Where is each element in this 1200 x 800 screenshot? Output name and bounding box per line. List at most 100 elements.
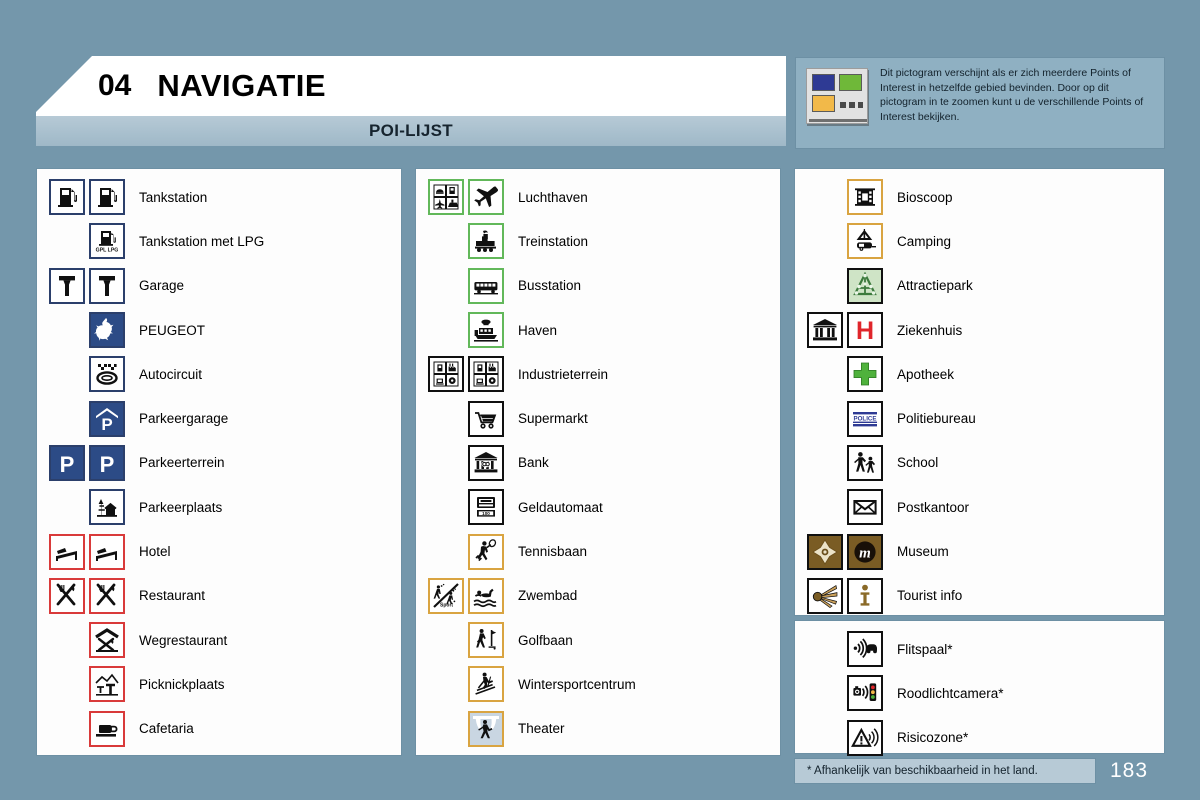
poi-icon-group bbox=[416, 400, 508, 437]
poi-icon-group bbox=[795, 179, 887, 216]
svg-text:GPL LPG: GPL LPG bbox=[96, 248, 119, 254]
amusement-park-icon bbox=[847, 267, 883, 304]
poi-label: Tourist info bbox=[897, 588, 963, 604]
shopping-cart-icon bbox=[468, 400, 504, 437]
poi-column-right: Bioscoop Camping Attractiepark H Ziekenhuis A… bbox=[794, 168, 1165, 616]
poi-icon-group bbox=[37, 533, 129, 570]
parking-lot-icon: P bbox=[49, 444, 85, 481]
peugeot-lion-icon bbox=[89, 312, 125, 349]
fuel-pump-white-icon bbox=[49, 179, 85, 216]
poi-row: Golfbaan bbox=[416, 618, 780, 662]
poi-icon-group bbox=[416, 267, 508, 304]
poi-icon-group bbox=[416, 444, 508, 481]
poi-icon-group bbox=[37, 312, 129, 349]
poi-icon-group bbox=[416, 356, 508, 393]
poi-row: Bank bbox=[416, 441, 780, 485]
poi-icon-group bbox=[37, 267, 129, 304]
theater-stage-icon bbox=[468, 710, 504, 747]
poi-label: School bbox=[897, 455, 939, 471]
police-sign-icon: POLICE bbox=[847, 400, 883, 437]
poi-icon-group bbox=[37, 577, 129, 614]
poi-icon-group bbox=[795, 444, 887, 481]
poi-label: Politiebureau bbox=[897, 411, 976, 427]
svg-text:P: P bbox=[60, 452, 75, 477]
hospital-h-icon: H bbox=[847, 312, 883, 349]
poi-icon-group bbox=[795, 356, 887, 393]
poi-label: Garage bbox=[139, 278, 185, 294]
poi-row: Camping bbox=[795, 219, 1164, 263]
golf-player-icon bbox=[468, 622, 504, 659]
envelope-icon bbox=[847, 489, 883, 526]
poi-label: Restaurant bbox=[139, 588, 206, 604]
bed-icon bbox=[49, 533, 85, 570]
poi-row: GPL LPG Tankstation met LPG bbox=[37, 219, 401, 263]
poi-icon-group bbox=[416, 179, 508, 216]
poi-row: Flitspaal* bbox=[795, 627, 1164, 671]
poi-row: H Ziekenhuis bbox=[795, 308, 1164, 352]
poi-icon-group bbox=[416, 710, 508, 747]
poi-column-right-optional: Flitspaal* Roodlichtcamera* Risicozone* bbox=[794, 620, 1165, 756]
poi-row: Tennisbaan bbox=[416, 529, 780, 573]
parking-garage-icon: P bbox=[89, 400, 125, 437]
info-callout-text: Dit pictogram verschijnt als er zich mee… bbox=[880, 67, 1144, 123]
poi-label: Zwembad bbox=[518, 588, 578, 604]
poi-icon-group bbox=[416, 533, 508, 570]
poi-label: Hotel bbox=[139, 544, 171, 560]
poi-row: Treinstation bbox=[416, 219, 780, 263]
poi-icon-group bbox=[795, 631, 887, 668]
poi-label: Postkantoor bbox=[897, 499, 970, 515]
poi-label: Supermarkt bbox=[518, 411, 588, 427]
poi-column-left: Tankstation GPL LPG Tankstation met LPG Gar… bbox=[36, 168, 402, 756]
poi-label: Ziekenhuis bbox=[897, 322, 963, 338]
poi-icon-group bbox=[416, 223, 508, 260]
atm-icon: 100 bbox=[468, 489, 504, 526]
museum-ornament-icon bbox=[807, 533, 843, 570]
chapter-title-bar: 04 NAVIGATIE bbox=[36, 56, 786, 116]
svg-text:P: P bbox=[101, 415, 112, 433]
poi-icon-group bbox=[795, 489, 887, 526]
poi-icon-group bbox=[37, 666, 129, 703]
poi-row: Picknickplaats bbox=[37, 662, 401, 706]
poi-icon-group bbox=[795, 675, 887, 712]
picnic-table-icon bbox=[89, 666, 125, 703]
poi-label: Tankstation bbox=[139, 189, 208, 205]
multi-transport-icon bbox=[428, 179, 464, 216]
poi-label: Attractiepark bbox=[897, 278, 973, 294]
cutlery-icon bbox=[49, 577, 85, 614]
poi-row: Wegrestaurant bbox=[37, 618, 401, 662]
poi-icon-group bbox=[37, 710, 129, 747]
poi-icon-group: PP bbox=[37, 444, 129, 481]
poi-row: m Museum bbox=[795, 529, 1164, 573]
locomotive-icon bbox=[468, 223, 504, 260]
bed-icon bbox=[89, 533, 125, 570]
race-track-icon bbox=[89, 356, 125, 393]
svg-text:POLICE: POLICE bbox=[853, 415, 876, 422]
poi-icon-group: m bbox=[795, 533, 887, 570]
poi-icon-group bbox=[37, 489, 129, 526]
poi-label: Bioscoop bbox=[897, 189, 953, 205]
tent-caravan-icon bbox=[847, 223, 883, 260]
poi-label: Tennisbaan bbox=[518, 544, 588, 560]
poi-label: Parkeerterrein bbox=[139, 455, 225, 471]
svg-text:Sport: Sport bbox=[440, 602, 453, 608]
svg-text:100: 100 bbox=[482, 511, 490, 516]
industry-grid-icon bbox=[428, 356, 464, 393]
poi-label: Roodlichtcamera* bbox=[897, 685, 1004, 701]
poi-row: Luchthaven bbox=[416, 175, 780, 219]
poi-label: Theater bbox=[518, 721, 565, 737]
film-reel-icon bbox=[847, 179, 883, 216]
info-i-icon bbox=[847, 577, 883, 614]
cutlery-icon bbox=[89, 577, 125, 614]
poi-icon-group bbox=[795, 719, 887, 756]
museum-m-icon: m bbox=[847, 533, 883, 570]
poi-icon-group bbox=[416, 666, 508, 703]
footnote-bar: * Afhankelijk van beschikbaarheid in het… bbox=[794, 758, 1096, 784]
poi-row: Roodlichtcamera* bbox=[795, 671, 1164, 715]
poi-icon-group bbox=[37, 179, 129, 216]
poi-icon-group: H bbox=[795, 312, 887, 349]
poi-icon-group bbox=[416, 312, 508, 349]
poi-row: Attractiepark bbox=[795, 264, 1164, 308]
poi-row: Bioscoop bbox=[795, 175, 1164, 219]
poi-row: P P Parkeerterrein bbox=[37, 441, 401, 485]
swimmer-icon bbox=[468, 577, 504, 614]
